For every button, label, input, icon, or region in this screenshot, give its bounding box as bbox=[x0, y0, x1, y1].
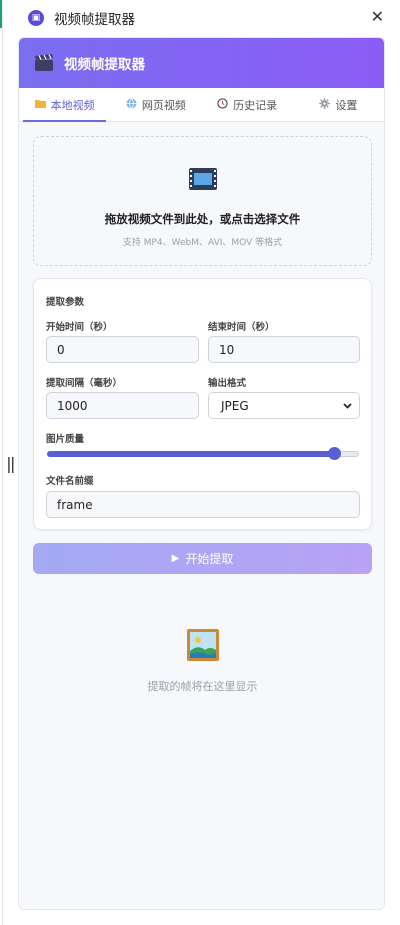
chevron-down-icon bbox=[343, 403, 352, 409]
panel-title: 视频帧提取器 bbox=[64, 57, 145, 73]
start-extract-button[interactable]: ▶ 开始提取 bbox=[33, 543, 372, 574]
slider-fill bbox=[47, 451, 335, 457]
format-value: JPEG bbox=[221, 398, 249, 413]
clock-icon bbox=[217, 97, 228, 112]
globe-icon bbox=[126, 97, 137, 112]
video-dropzone[interactable]: 拖放视频文件到此处，或点击选择文件 支持 MP4、WebM、AVI、MOV 等格… bbox=[33, 136, 372, 266]
empty-state-text: 提取的帧将在这里显示 bbox=[147, 680, 258, 693]
empty-state: 提取的帧将在这里显示 bbox=[33, 628, 372, 694]
gear-icon bbox=[319, 97, 331, 112]
extractor-panel: 视频帧提取器 本地视频 网页视频 历史记录 设置 拖放视频文件到此处，或点击选择… bbox=[18, 37, 385, 910]
interval-label: 提取间隔（毫秒） bbox=[46, 378, 123, 389]
interval-input[interactable]: 1000 bbox=[46, 392, 199, 419]
titlebar: ▣ 视频帧提取器 ✕ bbox=[18, 0, 390, 36]
clapperboard-icon bbox=[35, 54, 53, 71]
film-strip-icon bbox=[34, 167, 371, 195]
format-select[interactable]: JPEG bbox=[208, 392, 360, 419]
play-icon: ▶ bbox=[171, 553, 180, 564]
resize-handle[interactable]: ‖ bbox=[6, 456, 16, 472]
slider-thumb[interactable] bbox=[328, 447, 342, 460]
start-time-input[interactable]: 0 bbox=[46, 336, 199, 363]
tab-settings[interactable]: 设置 bbox=[293, 88, 384, 121]
tab-bar: 本地视频 网页视频 历史记录 设置 bbox=[19, 88, 384, 122]
format-label: 输出格式 bbox=[208, 378, 247, 389]
close-icon[interactable]: ✕ bbox=[371, 8, 384, 26]
params-title: 提取参数 bbox=[46, 297, 85, 308]
params-card: 提取参数 开始时间（秒） 0 结束时间（秒） 10 提取间隔（毫秒） 1000 … bbox=[33, 278, 372, 530]
window-edge bbox=[2, 0, 3, 925]
start-time-label: 开始时间（秒） bbox=[46, 322, 113, 333]
start-button-label: 开始提取 bbox=[185, 552, 234, 566]
prefix-input[interactable]: frame bbox=[46, 491, 360, 518]
window-title: 视频帧提取器 bbox=[54, 12, 135, 28]
tab-web-video[interactable]: 网页视频 bbox=[110, 88, 201, 121]
dropzone-hint: 支持 MP4、WebM、AVI、MOV 等格式 bbox=[122, 238, 283, 248]
panel-header: 视频帧提取器 bbox=[19, 38, 384, 88]
dropzone-title: 拖放视频文件到此处，或点击选择文件 bbox=[104, 212, 301, 226]
quality-label: 图片质量 bbox=[46, 434, 85, 445]
tab-label: 本地视频 bbox=[50, 98, 95, 112]
tab-local-video[interactable]: 本地视频 bbox=[19, 88, 110, 122]
end-time-input[interactable]: 10 bbox=[208, 336, 360, 363]
quality-slider[interactable] bbox=[47, 447, 359, 460]
end-time-label: 结束时间（秒） bbox=[208, 322, 275, 333]
prefix-label: 文件名前缀 bbox=[46, 476, 94, 487]
tab-label: 设置 bbox=[335, 98, 358, 112]
tab-history[interactable]: 历史记录 bbox=[202, 88, 293, 121]
film-icon: ▣ bbox=[28, 10, 44, 26]
tab-label: 网页视频 bbox=[141, 98, 186, 112]
tab-label: 历史记录 bbox=[233, 98, 278, 112]
picture-icon bbox=[186, 629, 219, 661]
folder-icon bbox=[34, 99, 46, 111]
